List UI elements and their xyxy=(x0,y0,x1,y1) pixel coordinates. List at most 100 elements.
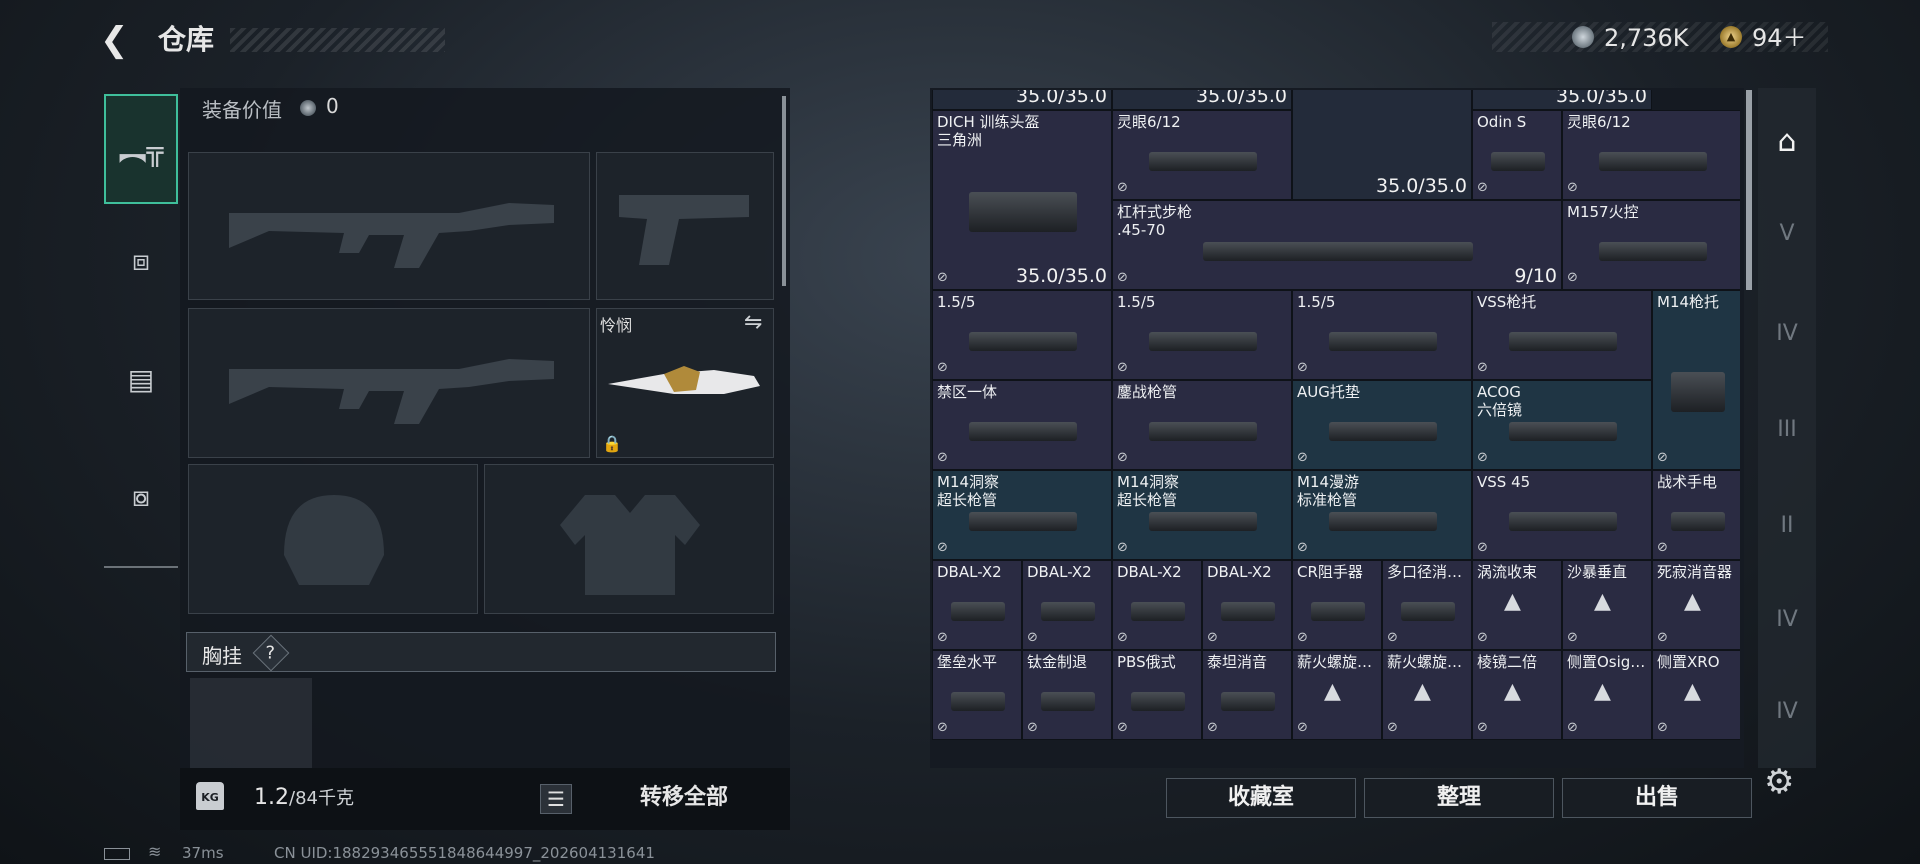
gold-amount[interactable]: 94＋ xyxy=(1752,22,1807,54)
unmarked-flag-icon: ⊘ xyxy=(1477,720,1488,735)
swap-icon[interactable]: ⇋ xyxy=(744,310,762,335)
item-durability: 9/10 xyxy=(1514,265,1557,287)
item-ti-brake[interactable]: 钛金制退 ⊘ xyxy=(1022,650,1112,740)
vault-icon[interactable]: ⌂ xyxy=(1762,118,1812,166)
rail-backpack-tab[interactable]: ⧈ xyxy=(104,206,178,316)
secondary-weapon-slot[interactable] xyxy=(188,308,590,458)
rail-toolbox-tab[interactable]: ⧇ xyxy=(104,442,178,552)
cat-v-icon[interactable]: V xyxy=(1762,210,1812,258)
unmarked-flag-icon: ⊘ xyxy=(1207,720,1218,735)
helmet-silhouette-icon xyxy=(284,495,384,585)
item-name: ACOG 六倍镜 xyxy=(1477,383,1523,419)
item-name: 灵眼6/12 xyxy=(1117,113,1181,131)
cat-iv-icon[interactable]: IV xyxy=(1762,310,1812,358)
item-art-icon xyxy=(1329,511,1437,532)
back-arrow-icon[interactable]: ❮ xyxy=(100,22,140,58)
chest-rig-label: 胸挂 xyxy=(202,644,242,668)
unmarked-flag-icon: ⊘ xyxy=(1477,630,1488,645)
rifle-silhouette-icon xyxy=(229,359,554,424)
item-tac-light[interactable]: 战术手电 ⊘ xyxy=(1652,470,1740,560)
item-fort-level[interactable]: 堡垒水平 ⊘ xyxy=(932,650,1022,740)
cat-ii-icon[interactable]: II xyxy=(1762,502,1812,550)
list-icon[interactable]: ☰ xyxy=(540,784,572,814)
item-name: 1.5/5 xyxy=(937,293,976,311)
gear-icon[interactable]: ⚙ xyxy=(1764,762,1794,802)
item-scope-6-12-b[interactable]: 灵眼6/12 ⊘ xyxy=(1562,110,1740,200)
storage-scrollbar[interactable] xyxy=(1746,90,1752,290)
helmet-slot[interactable] xyxy=(188,464,478,614)
item-top-helmet[interactable]: 35.0/35.0 xyxy=(1292,90,1472,200)
item-top-durability-c[interactable]: 35.0/35.0 xyxy=(1472,90,1652,110)
user-uid: CN UID:188293465551848644997_20260413164… xyxy=(274,844,655,862)
item-melee-barrel[interactable]: 鏖战枪管 ⊘ xyxy=(1112,380,1292,470)
cat-iv-b-icon[interactable]: IV xyxy=(1762,596,1812,644)
item-aug-pad[interactable]: AUG托垫 ⊘ xyxy=(1292,380,1472,470)
organize-button[interactable]: 整理 xyxy=(1364,778,1554,818)
item-cr-brake[interactable]: CR阻手器 ⊘ xyxy=(1292,560,1382,650)
armor-slot[interactable] xyxy=(484,464,774,614)
item-prism-2x[interactable]: 棱镜二倍 ▲ ⊘ xyxy=(1472,650,1562,740)
item-side-xro[interactable]: 侧置XRO ▲ ⊘ xyxy=(1652,650,1740,740)
collection-button[interactable]: 收藏室 xyxy=(1166,778,1356,818)
battery-icon xyxy=(104,848,130,860)
item-art-icon xyxy=(969,192,1077,232)
item-sandstorm[interactable]: 沙暴垂直 ▲ ⊘ xyxy=(1562,560,1652,650)
item-top-durability-a[interactable]: 35.0/35.0 xyxy=(932,90,1112,110)
item-durability: 35.0/35.0 xyxy=(1555,90,1647,107)
vest-silhouette-icon xyxy=(560,495,700,595)
item-scope-15-c[interactable]: 1.5/5 ⊘ xyxy=(1292,290,1472,380)
item-vss-45[interactable]: VSS 45 ⊘ xyxy=(1472,470,1652,560)
item-multi-cal[interactable]: 多口径消… ⊘ xyxy=(1382,560,1472,650)
item-scope-15-a[interactable]: 1.5/5 ⊘ xyxy=(932,290,1112,380)
sell-button[interactable]: 出售 xyxy=(1562,778,1752,818)
item-scope-15-b[interactable]: 1.5/5 ⊘ xyxy=(1112,290,1292,380)
item-lever-rifle[interactable]: 杠杆式步枪 .45-70 9/10 ⊘ xyxy=(1112,200,1562,290)
cat-iv-c-icon[interactable]: IV xyxy=(1762,688,1812,736)
item-name: DBAL-X2 xyxy=(1207,563,1272,581)
item-acog[interactable]: ACOG 六倍镜 ⊘ xyxy=(1472,380,1652,470)
item-art-icon xyxy=(969,511,1077,532)
item-dbal-1[interactable]: DBAL-X2 ⊘ xyxy=(932,560,1022,650)
item-m14-stock[interactable]: M14枪托 ⊘ xyxy=(1652,290,1740,470)
item-m14-roam[interactable]: M14漫游 标准枪管 ⊘ xyxy=(1292,470,1472,560)
item-titan-sup[interactable]: 泰坦消音 ⊘ xyxy=(1202,650,1292,740)
item-dbal-2[interactable]: DBAL-X2 ⊘ xyxy=(1022,560,1112,650)
item-dbal-4[interactable]: DBAL-X2 ⊘ xyxy=(1202,560,1292,650)
item-m14-recon-a[interactable]: M14洞察 超长枪管 ⊘ xyxy=(932,470,1112,560)
item-side-osig[interactable]: 侧置Osig… ▲ ⊘ xyxy=(1562,650,1652,740)
item-art-icon xyxy=(1221,691,1275,712)
item-dbal-3[interactable]: DBAL-X2 ⊘ xyxy=(1112,560,1202,650)
item-scope-6-12-a[interactable]: 灵眼6/12 ⊘ xyxy=(1112,110,1292,200)
item-m14-recon-b[interactable]: M14洞察 超长枪管 ⊘ xyxy=(1112,470,1292,560)
item-art-icon xyxy=(1509,421,1617,442)
item-m157[interactable]: M157火控 ⊘ xyxy=(1562,200,1740,290)
sidearm-slot[interactable] xyxy=(596,152,774,300)
rail-clipboard-tab[interactable]: ▤ xyxy=(104,324,178,434)
item-dich-helmet[interactable]: DICH 训练头盔 三角洲 35.0/35.0 ⊘ xyxy=(932,110,1112,290)
item-top-durability-b[interactable]: 35.0/35.0 xyxy=(1112,90,1292,110)
item-durability: 35.0/35.0 xyxy=(1015,90,1107,107)
unmarked-flag-icon: ⊘ xyxy=(1567,180,1578,195)
loadout-scrollbar[interactable] xyxy=(782,96,786,286)
unmarked-flag-icon: ⊘ xyxy=(1117,360,1128,375)
unknown-item-triangle-icon: ▲ xyxy=(1684,679,1701,704)
unmarked-flag-icon: ⊘ xyxy=(1207,630,1218,645)
transfer-all-button[interactable]: 转移全部 xyxy=(604,780,764,816)
item-ember-a[interactable]: 薪火螺旋… ▲ ⊘ xyxy=(1292,650,1382,740)
item-pbs[interactable]: PBS俄式 ⊘ xyxy=(1112,650,1202,740)
item-art-icon xyxy=(1491,151,1545,172)
unmarked-flag-icon: ⊘ xyxy=(1477,540,1488,555)
unknown-item-triangle-icon: ▲ xyxy=(1414,679,1431,704)
item-vortex[interactable]: 涡流收束 ▲ ⊘ xyxy=(1472,560,1562,650)
item-silent-sup[interactable]: 死寂消音器 ▲ ⊘ xyxy=(1652,560,1740,650)
item-odin-s[interactable]: Odin S ⊘ xyxy=(1472,110,1562,200)
cat-iii-icon[interactable]: III xyxy=(1762,406,1812,454)
item-name: 堡垒水平 xyxy=(937,653,998,671)
item-vss-stock[interactable]: VSS枪托 ⊘ xyxy=(1472,290,1652,380)
primary-weapon-slot[interactable] xyxy=(188,152,590,300)
rail-weapons-tab[interactable]: ︻╦ xyxy=(104,94,178,204)
item-exclusion-grip[interactable]: 禁区一体 ⊘ xyxy=(932,380,1112,470)
item-art-icon xyxy=(1599,241,1707,262)
chest-rig-slot[interactable] xyxy=(190,678,312,768)
item-ember-b[interactable]: 薪火螺旋… ▲ ⊘ xyxy=(1382,650,1472,740)
